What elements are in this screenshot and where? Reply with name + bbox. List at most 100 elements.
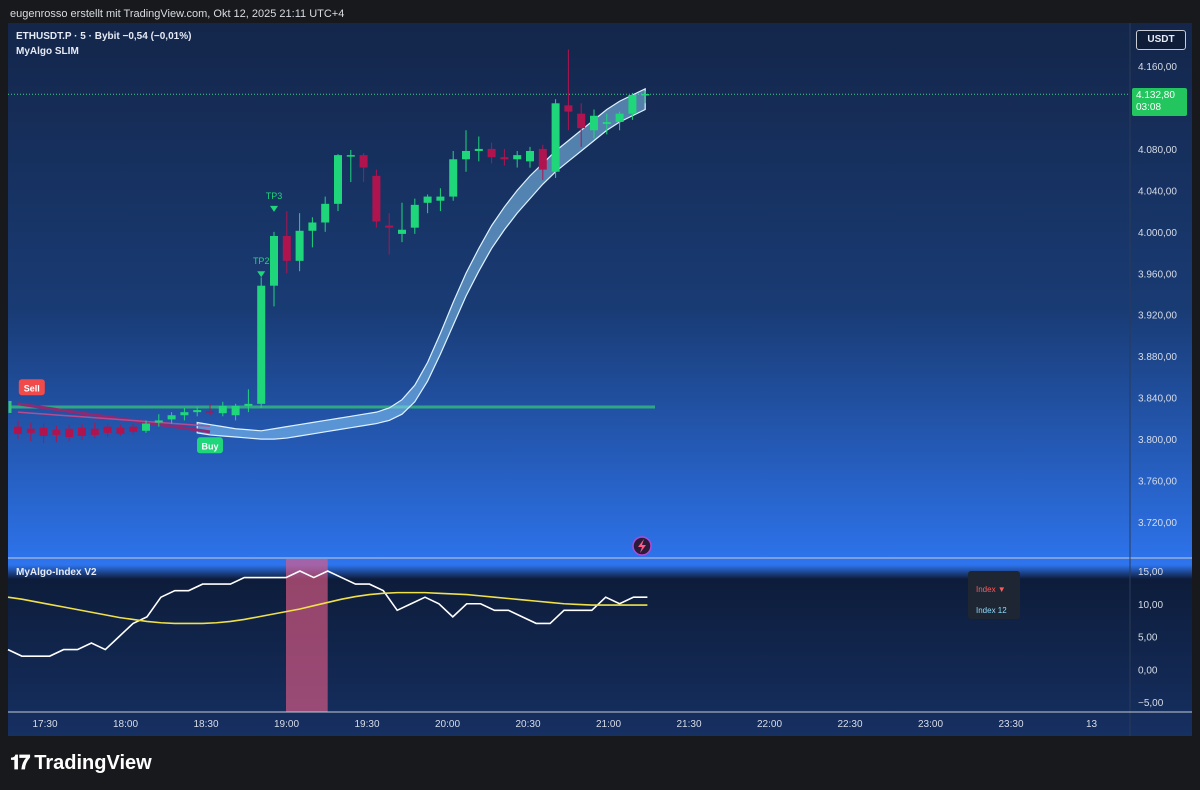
candle-body <box>577 113 586 129</box>
candle-body <box>602 121 611 125</box>
last-price-value: 4.132,80 <box>1136 90 1175 101</box>
candle-body <box>628 95 637 114</box>
candle-body <box>487 148 496 158</box>
index-tick-label: 10,00 <box>1138 600 1163 611</box>
index-pane <box>7 559 648 712</box>
candle-body <box>167 415 176 420</box>
time-tick-label: 19:30 <box>354 719 379 730</box>
candle-body <box>615 113 624 122</box>
candle-body <box>90 428 99 435</box>
symbol-legend[interactable]: ETHUSDT.P · 5 · Bybit −0,54 (−0,01%) <box>16 31 191 42</box>
price-tick-label: 3.760,00 <box>1138 477 1177 488</box>
time-tick-label: 23:00 <box>918 719 943 730</box>
time-tick-label: 21:00 <box>596 719 621 730</box>
candle-body <box>410 204 419 228</box>
tradingview-brand: 𝟏𝟕 TradingView <box>10 752 152 775</box>
candle-body <box>385 225 394 228</box>
candle-body <box>231 405 240 416</box>
time-tick-label: 18:00 <box>113 719 138 730</box>
candle-body <box>142 423 150 431</box>
price-tick-label: 4.160,00 <box>1138 62 1177 73</box>
index-legend-item[interactable]: Index ▼ <box>976 585 1006 594</box>
time-tick-label: 18:30 <box>193 719 218 730</box>
candle-body <box>398 229 406 234</box>
candle-body <box>513 155 522 160</box>
candle-body <box>218 405 227 414</box>
take-profit-marker <box>270 205 278 212</box>
candle-body <box>372 175 381 222</box>
candle-body <box>308 222 317 231</box>
index-indicator-legend[interactable]: MyAlgo-Index V2 <box>16 567 97 578</box>
candle-body <box>103 426 112 433</box>
candle-body <box>590 115 598 131</box>
price-tick-label: 3.920,00 <box>1138 311 1177 322</box>
price-tick-label: 3.840,00 <box>1138 394 1177 405</box>
candle-body <box>154 420 163 423</box>
time-tick-label: 22:30 <box>837 719 862 730</box>
candle-body <box>282 235 291 261</box>
candle-body <box>116 427 125 434</box>
sell-signal-label: Sell <box>24 383 40 393</box>
time-tick-label: 23:30 <box>998 719 1023 730</box>
take-profit-marker <box>257 271 266 278</box>
candle-body <box>65 428 74 438</box>
index12-legend-item[interactable]: Index 12 <box>976 606 1007 615</box>
currency-selector[interactable]: USDT <box>1136 30 1186 50</box>
candle-body <box>449 159 458 197</box>
candle-body <box>321 203 330 223</box>
candle-body <box>334 155 342 204</box>
index-tick-label: 15,00 <box>1138 567 1163 578</box>
price-tick-label: 4.040,00 <box>1138 186 1177 197</box>
candle-body <box>39 427 48 436</box>
price-tick-label: 4.080,00 <box>1138 145 1177 156</box>
candle-body <box>538 148 547 170</box>
candle-body <box>270 235 278 286</box>
screenshot-frame: eugenrosso erstellt mit TradingView.com,… <box>0 0 1200 790</box>
candle-body <box>78 427 86 436</box>
time-tick-label: 20:30 <box>515 719 540 730</box>
index-tick-label: −5,00 <box>1138 698 1164 709</box>
candle-body <box>180 412 189 416</box>
candle-body <box>14 426 22 434</box>
candle-body <box>129 426 138 432</box>
take-profit-label: TP2 <box>253 256 270 266</box>
candle-body <box>551 103 560 172</box>
candle-body <box>526 150 534 162</box>
candle-body <box>52 429 61 435</box>
index-highlight-zone <box>286 559 328 712</box>
candle-body <box>295 230 304 261</box>
candle-body <box>206 411 214 413</box>
take-profit-label: TP3 <box>266 191 283 201</box>
candle-body <box>462 150 470 160</box>
candle-body <box>359 155 368 168</box>
candle-body <box>500 157 509 160</box>
price-tick-label: 3.880,00 <box>1138 352 1177 363</box>
price-pane: Sell Buy TP2 TP3 <box>8 49 1130 556</box>
price-tick-label: 3.720,00 <box>1138 518 1177 529</box>
candle-body <box>564 105 573 112</box>
time-tick-label: 20:00 <box>435 719 460 730</box>
index-tick-label: 0,00 <box>1138 665 1158 676</box>
candle-body <box>474 148 483 151</box>
tradingview-logo-icon: 𝟏𝟕 <box>10 752 30 774</box>
price-tick-label: 3.960,00 <box>1138 269 1177 280</box>
last-price-tag: 4.132,80 03:08 <box>1132 88 1187 116</box>
candle-body <box>641 93 650 96</box>
candle-body <box>423 196 432 203</box>
price-tick-label: 4.000,00 <box>1138 228 1177 239</box>
time-tick-label: 17:30 <box>32 719 57 730</box>
candle-body <box>257 285 266 404</box>
time-tick-label: 19:00 <box>274 719 299 730</box>
index-tick-label: 5,00 <box>1138 633 1158 644</box>
bar-countdown: 03:08 <box>1136 102 1162 113</box>
candle-body <box>26 428 35 433</box>
chart-canvas[interactable]: Sell Buy TP2 TP3 4.160,00 4.080,00 4.040,00 4.… <box>0 0 1200 790</box>
price-tick-label: 3.800,00 <box>1138 435 1177 446</box>
time-tick-label: 22:00 <box>757 719 782 730</box>
candle-body <box>244 403 253 406</box>
candle-body <box>346 155 355 157</box>
indicator-legend[interactable]: MyAlgo SLIM <box>16 46 79 57</box>
candle-body <box>193 410 202 413</box>
buy-signal-label: Buy <box>201 441 218 451</box>
index-legend-box[interactable]: Index ▼ Index 12 <box>968 571 1020 619</box>
